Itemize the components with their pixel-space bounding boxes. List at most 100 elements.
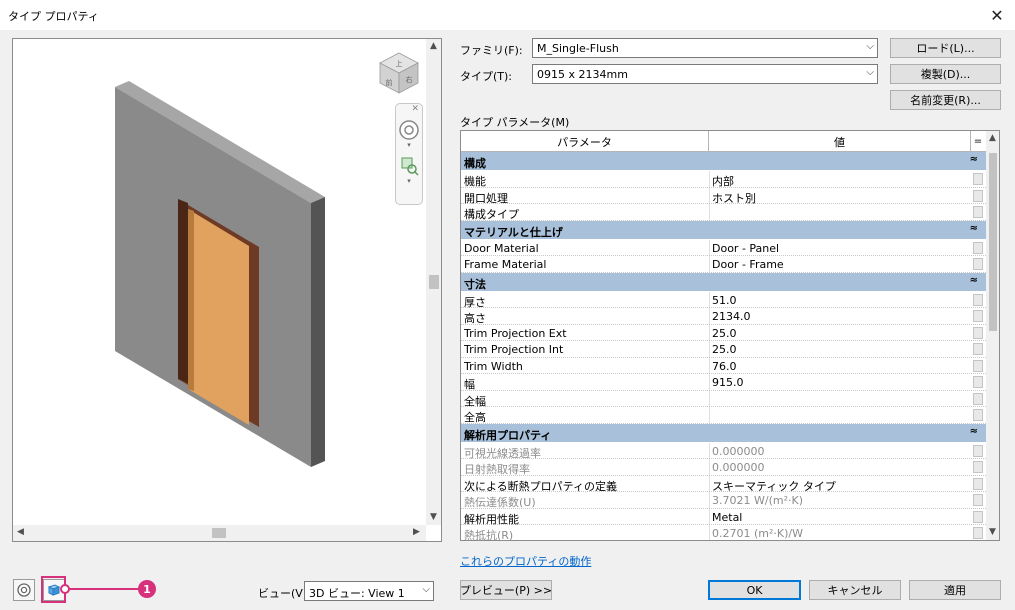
parameter-value[interactable]: Door - Panel	[712, 242, 779, 255]
table-row[interactable]: 全高	[461, 407, 986, 424]
scroll-thumb[interactable]	[989, 153, 997, 331]
preview-button[interactable]: プレビュー(P) >>	[460, 580, 552, 600]
collapse-icon[interactable]: ≈	[970, 154, 978, 165]
associate-parameter-icon[interactable]	[973, 494, 983, 506]
scroll-right-icon[interactable]: ▶	[413, 528, 420, 537]
table-row[interactable]: Trim Projection Ext 25.0	[461, 324, 986, 341]
associate-parameter-icon[interactable]	[973, 444, 983, 457]
table-row[interactable]: Door Material Door - Panel	[461, 239, 986, 256]
scroll-down-icon[interactable]: ▼	[989, 528, 996, 537]
parameter-value[interactable]: 0.000000	[712, 461, 765, 474]
table-row[interactable]: 可視光線透過率 0.000000	[461, 442, 986, 460]
scroll-up-icon[interactable]: ▲	[989, 134, 996, 143]
properties-help-link[interactable]: これらのプロパティの動作	[460, 553, 591, 569]
parameter-value[interactable]: 0.000000	[712, 445, 765, 458]
table-row[interactable]: 次による断熱プロパティの定義 スキーマティック タイプ	[461, 475, 986, 493]
preview-panel[interactable]: 上 前 右 ✕ ▾ ▾ ▲ ▼ ◀ ▶	[12, 38, 442, 542]
table-row[interactable]: Trim Width 76.0	[461, 357, 986, 374]
associate-parameter-icon[interactable]	[973, 359, 983, 372]
associate-parameter-icon[interactable]	[973, 189, 983, 202]
table-row[interactable]: 熱抵抗(R) 0.2701 (m²·K)/W	[461, 525, 986, 541]
parameter-value[interactable]: Metal	[712, 511, 742, 524]
table-row[interactable]: 全幅	[461, 390, 986, 408]
associate-parameter-icon[interactable]	[973, 258, 983, 270]
close-icon[interactable]: ✕	[979, 0, 1015, 30]
load-button[interactable]: ロード(L)...	[890, 38, 1001, 58]
associate-parameter-icon[interactable]	[973, 173, 983, 185]
cancel-button[interactable]: キャンセル	[809, 580, 901, 600]
associate-parameter-icon[interactable]	[973, 461, 983, 473]
column-separator	[709, 407, 710, 423]
group-header[interactable]: 寸法 ≈	[461, 272, 986, 292]
associate-parameter-icon[interactable]	[973, 293, 983, 306]
parameter-value[interactable]: 2134.0	[712, 310, 751, 323]
associate-parameter-icon[interactable]	[973, 310, 983, 322]
associate-parameter-icon[interactable]	[973, 206, 983, 218]
zoom-icon[interactable]: ▾	[396, 154, 422, 184]
type-select[interactable]: 0915 x 2134mm ⌵	[532, 64, 878, 84]
table-row[interactable]: Trim Projection Int 25.0	[461, 341, 986, 358]
table-row[interactable]: 機能 内部	[461, 171, 986, 188]
table-row[interactable]: 幅 915.0	[461, 374, 986, 391]
view-cube[interactable]: 上 前 右	[376, 49, 422, 98]
table-row[interactable]: 厚さ 51.0	[461, 291, 986, 309]
parameter-value[interactable]: 25.0	[712, 343, 737, 356]
column-separator	[709, 256, 710, 272]
apply-button[interactable]: 適用	[909, 580, 1001, 600]
group-header[interactable]: 構成 ≈	[461, 152, 986, 171]
table-row[interactable]: Frame Material Door - Frame	[461, 256, 986, 273]
parameter-value[interactable]: 3.7021 W/(m²·K)	[712, 494, 803, 507]
associate-parameter-icon[interactable]	[973, 477, 983, 490]
scroll-down-icon[interactable]: ▼	[430, 513, 437, 522]
associate-parameter-icon[interactable]	[973, 241, 983, 254]
scroll-thumb[interactable]	[429, 275, 439, 289]
ok-button[interactable]: OK	[708, 580, 801, 600]
steering-wheel-toggle-icon[interactable]	[13, 579, 35, 601]
associate-parameter-icon[interactable]	[973, 343, 983, 355]
collapse-icon[interactable]: ≈	[970, 223, 978, 234]
table-row[interactable]: 解析用性能 Metal	[461, 508, 986, 526]
view-select[interactable]: 3D ビュー: View 1 ⌵	[304, 581, 434, 601]
view-value: 3D ビュー: View 1	[309, 587, 405, 600]
group-header[interactable]: マテリアルと仕上げ ≈	[461, 220, 986, 240]
type-parameters-grid[interactable]: パラメータ 値 = 構成 ≈ 機能 内部 開口処理 ホスト別 構成タイプ マテリアルと仕上げ ≈…	[460, 130, 1000, 541]
preview-horizontal-scrollbar[interactable]: ◀ ▶	[13, 525, 426, 541]
duplicate-button[interactable]: 複製(D)...	[890, 64, 1001, 84]
callout-line	[64, 588, 141, 590]
parameter-value[interactable]: 915.0	[712, 376, 744, 389]
table-row[interactable]: 構成タイプ	[461, 204, 986, 221]
navbar-close-icon[interactable]: ✕	[411, 104, 419, 114]
table-row[interactable]: 高さ 2134.0	[461, 308, 986, 325]
parameter-value[interactable]: 25.0	[712, 327, 737, 340]
associate-parameter-icon[interactable]	[973, 527, 983, 539]
grid-vertical-scrollbar[interactable]: ▲ ▼	[986, 131, 999, 540]
preview-vertical-scrollbar[interactable]: ▲ ▼	[426, 39, 441, 525]
navigation-bar[interactable]: ✕ ▾ ▾	[395, 103, 423, 205]
associate-parameter-icon[interactable]	[973, 376, 983, 388]
scroll-up-icon[interactable]: ▲	[430, 42, 437, 51]
associate-parameter-icon[interactable]	[973, 326, 983, 339]
parameter-value[interactable]: Door - Frame	[712, 258, 784, 271]
steering-wheel-icon[interactable]: ▾	[396, 118, 422, 148]
associate-parameter-icon[interactable]	[973, 409, 983, 421]
table-row[interactable]: 開口処理 ホスト別	[461, 187, 986, 205]
parameter-value[interactable]: 51.0	[712, 294, 737, 307]
rename-button[interactable]: 名前変更(R)...	[890, 90, 1001, 110]
header-value[interactable]: 値	[709, 131, 971, 152]
associate-parameter-icon[interactable]	[973, 392, 983, 405]
header-menu-icon[interactable]: =	[971, 131, 985, 152]
parameter-value[interactable]: 76.0	[712, 360, 737, 373]
collapse-icon[interactable]: ≈	[970, 426, 978, 437]
group-header[interactable]: 解析用プロパティ ≈	[461, 423, 986, 443]
associate-parameter-icon[interactable]	[973, 510, 983, 523]
collapse-icon[interactable]: ≈	[970, 275, 978, 286]
family-select[interactable]: M_Single-Flush ⌵	[532, 38, 878, 58]
grid-rows: 構成 ≈ 機能 内部 開口処理 ホスト別 構成タイプ マテリアルと仕上げ ≈ Door Mater…	[461, 152, 986, 541]
scroll-left-icon[interactable]: ◀	[17, 528, 24, 537]
table-row[interactable]: 日射熱取得率 0.000000	[461, 459, 986, 476]
parameter-name: 熱抵抗(R)	[464, 529, 514, 541]
header-parameter[interactable]: パラメータ	[461, 131, 709, 152]
parameter-value[interactable]: 0.2701 (m²·K)/W	[712, 527, 803, 540]
table-row[interactable]: 熱伝達係数(U) 3.7021 W/(m²·K)	[461, 492, 986, 509]
scroll-thumb[interactable]	[212, 528, 226, 538]
